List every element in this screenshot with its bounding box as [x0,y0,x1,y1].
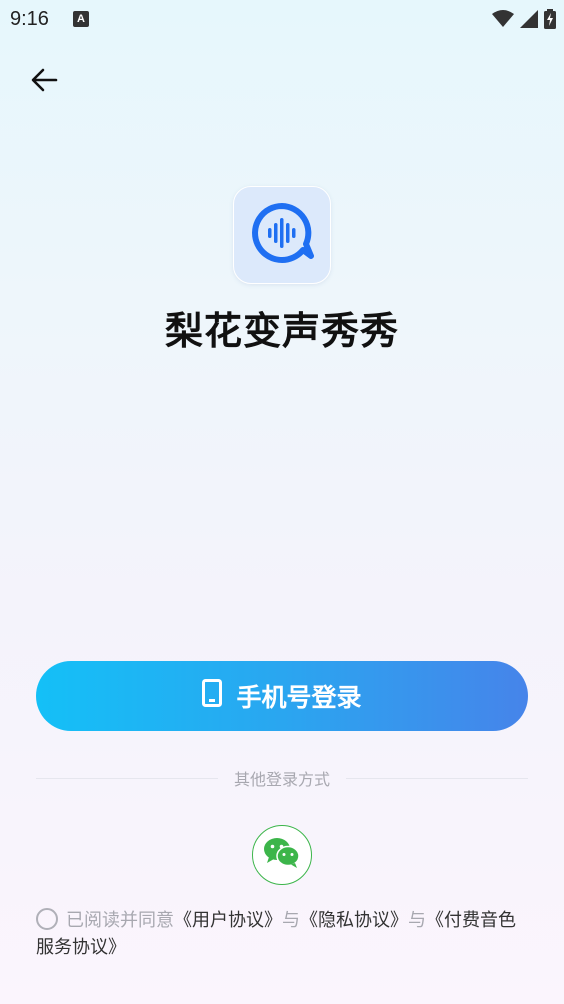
privacy-agreement-link[interactable]: 《隐私协议》 [300,910,408,931]
status-time: 9:16 [10,8,49,30]
other-login-label: 其他登录方式 [234,770,331,789]
voice-wave-bubble-icon [247,198,317,272]
status-icons [492,9,556,33]
signal-icon [520,10,538,32]
divider-line-right [346,777,529,779]
notification-a-icon: A [73,11,89,27]
wechat-login-button[interactable] [252,825,312,885]
app-name: 梨花变声秀秀 [164,309,399,353]
back-button[interactable] [26,64,62,100]
agreement-text: 已阅读并同意《用户协议》与《隐私协议》与《付费音色 服务协议》 [36,907,528,961]
wifi-icon [492,10,514,32]
phone-login-label: 手机号登录 [236,683,362,712]
paid-voice-link-part1: 《付费音色 [426,910,516,931]
app-logo [233,186,331,284]
wechat-icon [263,837,301,873]
user-agreement-link[interactable]: 《用户协议》 [174,910,282,931]
other-login-divider: 其他登录方式 [36,765,529,791]
phone-login-button[interactable]: 手机号登录 [36,661,528,731]
agreement-and-1: 与 [282,910,300,931]
status-bar: 9:16 A [0,0,564,40]
arrow-left-icon [30,67,58,97]
agreement-prefix: 已阅读并同意 [66,910,174,931]
paid-voice-link-part2: 服务协议》 [36,937,126,958]
divider-line-left [36,777,218,779]
agreement-and-2: 与 [408,910,426,931]
phone-icon [202,679,223,713]
battery-charging-icon [544,9,556,33]
agree-checkbox[interactable] [36,908,58,930]
